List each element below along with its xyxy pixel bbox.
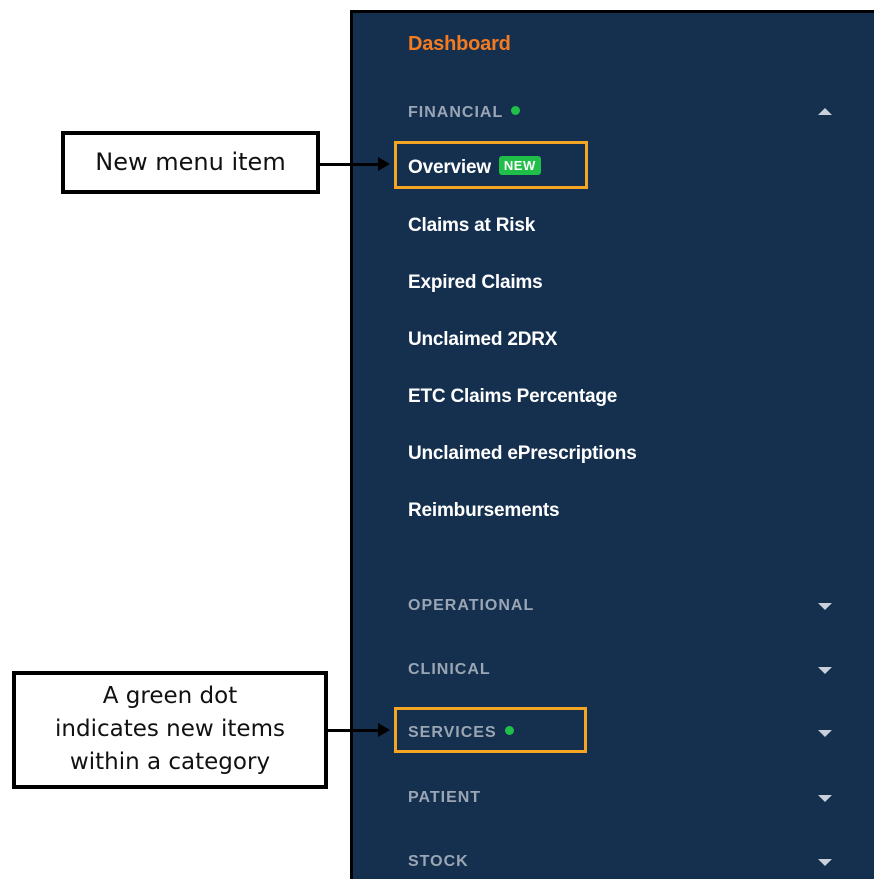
- section-clinical-label: CLINICAL: [408, 661, 491, 678]
- section-clinical[interactable]: CLINICAL: [408, 657, 832, 685]
- nav-dashboard[interactable]: Dashboard: [408, 33, 511, 56]
- nav-unclaimed-2drx[interactable]: Unclaimed 2DRX: [408, 329, 557, 351]
- chevron-down-icon: [818, 667, 832, 674]
- callout-new-menu-item: New menu item: [61, 131, 320, 194]
- new-items-dot-icon: [504, 726, 514, 736]
- chevron-down-icon: [818, 859, 832, 866]
- callout-green-dot-line1: A green dot: [102, 683, 238, 709]
- section-patient-label: PATIENT: [408, 789, 482, 806]
- nav-overview[interactable]: Overview NEW: [408, 156, 541, 179]
- section-stock-label: STOCK: [408, 853, 469, 870]
- callout-green-dot-line3: within a category: [69, 749, 271, 775]
- arrow-head-icon: [378, 157, 390, 171]
- section-services-label: SERVICES: [408, 724, 514, 742]
- chevron-down-icon: [818, 603, 832, 610]
- nav-overview-label: Overview: [408, 157, 491, 178]
- section-financial[interactable]: FINANCIAL: [408, 100, 832, 128]
- chevron-down-icon: [818, 795, 832, 802]
- nav-claims-at-risk[interactable]: Claims at Risk: [408, 215, 535, 237]
- nav-etc-claims-percentage[interactable]: ETC Claims Percentage: [408, 386, 617, 408]
- nav-unclaimed-eprescriptions[interactable]: Unclaimed ePrescriptions: [408, 443, 637, 465]
- section-stock[interactable]: STOCK: [408, 849, 832, 877]
- new-items-dot-icon: [511, 106, 521, 116]
- chevron-up-icon: [818, 108, 832, 115]
- chevron-down-icon: [818, 730, 832, 737]
- callout-arrow: [328, 729, 380, 732]
- arrow-head-icon: [378, 723, 390, 737]
- section-services[interactable]: SERVICES: [408, 720, 832, 748]
- new-badge: NEW: [498, 156, 541, 176]
- nav-reimbursements[interactable]: Reimbursements: [408, 500, 560, 522]
- callout-green-dot: A green dot indicates new items within a…: [12, 671, 328, 789]
- section-operational[interactable]: OPERATIONAL: [408, 593, 832, 621]
- navigation-sidebar: Dashboard FINANCIAL Overview NEW Claims a…: [350, 10, 874, 879]
- section-operational-label: OPERATIONAL: [408, 597, 535, 614]
- callout-green-dot-line2: indicates new items: [55, 716, 285, 742]
- nav-expired-claims[interactable]: Expired Claims: [408, 272, 543, 294]
- callout-arrow: [320, 163, 380, 166]
- section-patient[interactable]: PATIENT: [408, 785, 832, 813]
- section-financial-label: FINANCIAL: [408, 104, 521, 122]
